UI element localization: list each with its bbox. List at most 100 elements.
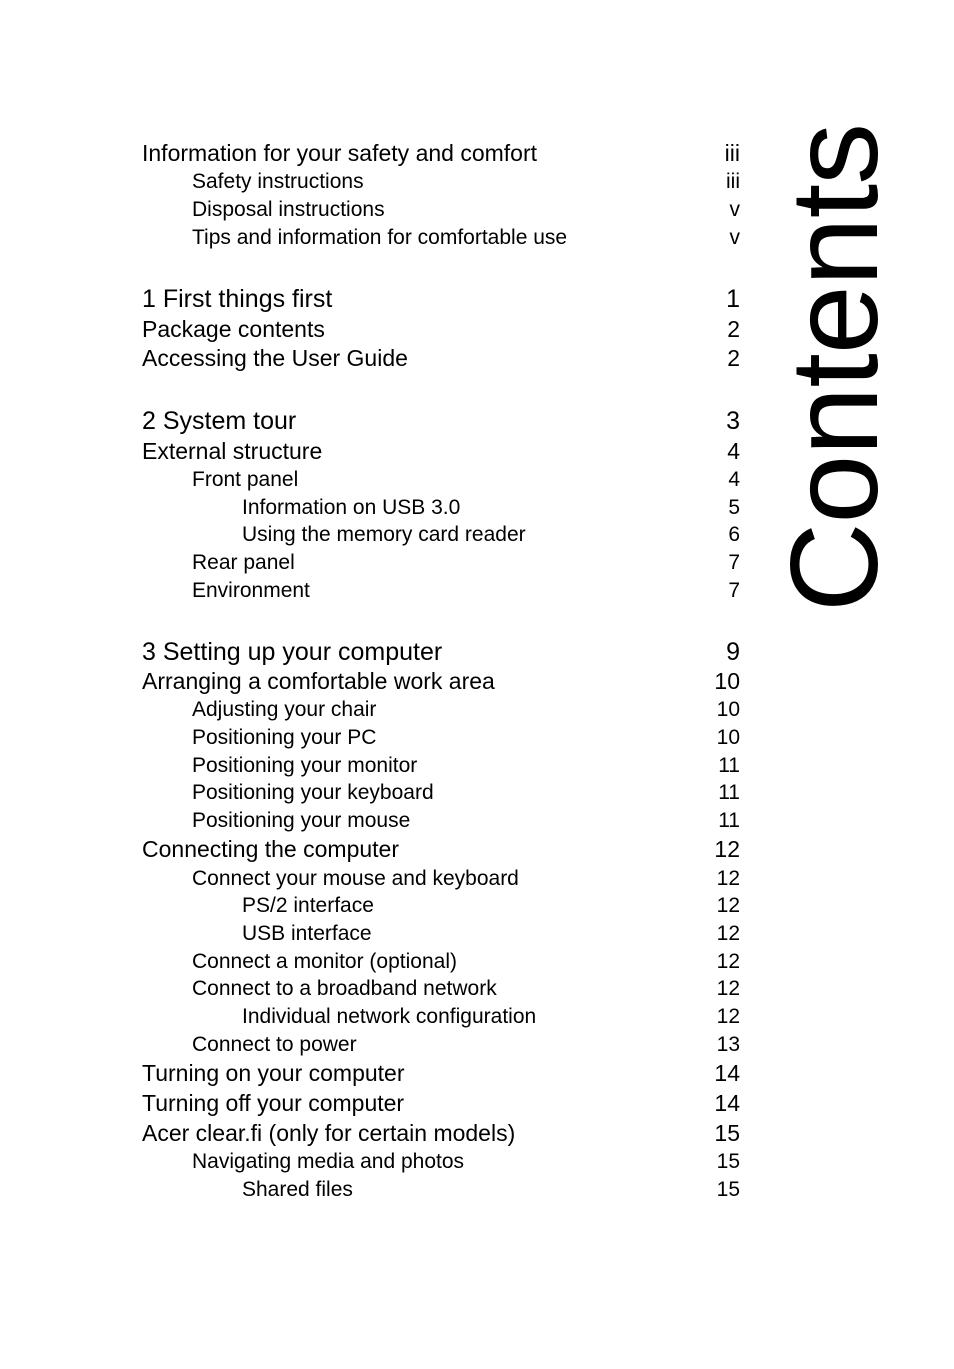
toc-entry[interactable]: Front panel 4 — [0, 465, 740, 495]
toc-entry-title: 3 Setting up your computer — [142, 638, 443, 666]
toc-entry-page: 1 — [726, 285, 740, 313]
toc-entry-page: 12 — [716, 977, 740, 1000]
toc-entry[interactable]: Rear panel 7 — [0, 548, 740, 578]
toc-entry-title: Connect to power — [192, 1033, 357, 1056]
toc-entry-title: Accessing the User Guide — [142, 345, 408, 371]
toc-entry-title: Front panel — [192, 468, 299, 491]
toc-entry-title: Using the memory card reader — [242, 523, 526, 546]
toc-entry-title: External structure — [142, 438, 323, 464]
toc-entry-page: 3 — [726, 407, 740, 435]
toc-entry-page: 15 — [716, 1178, 740, 1201]
toc-entry-page: v — [729, 226, 741, 249]
toc-entry-title: Positioning your mouse — [192, 809, 411, 832]
toc-entry-page: 12 — [716, 894, 740, 917]
toc-entry-page: 4 — [728, 468, 740, 491]
toc-entry[interactable]: Navigating media and photos 15 — [0, 1147, 740, 1177]
toc-entry-page: 5 — [728, 496, 740, 519]
toc-entry[interactable]: Safety instructions iii — [0, 167, 740, 197]
toc-entry-title: Connect your mouse and keyboard — [192, 867, 519, 890]
toc-entry-title: USB interface — [242, 922, 372, 945]
toc-entry-title: Positioning your monitor — [192, 754, 418, 777]
toc-entry[interactable]: Individual network configuration 12 — [0, 1002, 740, 1032]
toc-entry-title: Navigating media and photos — [192, 1150, 465, 1173]
toc-entry[interactable]: Accessing the User Guide 2 — [0, 343, 740, 373]
toc-entry-title: Package contents — [142, 316, 325, 342]
toc-entry-page: 7 — [728, 579, 740, 602]
toc-entry[interactable]: Package contents 2 — [0, 314, 740, 344]
toc-entry-page: 2 — [727, 345, 740, 371]
toc-entry[interactable]: Information for your safety and comfort i… — [0, 138, 740, 168]
toc-entry-title: Acer clear.fi (only for certain models) — [142, 1120, 516, 1146]
toc-entry-title: PS/2 interface — [242, 894, 374, 917]
toc-entry-title: Connect a monitor (optional) — [192, 950, 457, 973]
toc-entry-title: Tips and information for comfortable use — [192, 226, 568, 249]
toc-entry-page: 14 — [714, 1090, 740, 1116]
toc-entry-page: 13 — [716, 1033, 740, 1056]
toc-entry-title: Rear panel — [192, 551, 295, 574]
toc-entry-page: 12 — [716, 922, 740, 945]
toc-entry[interactable]: Connect a monitor (optional) 12 — [0, 947, 740, 977]
toc-entry[interactable]: 1 First things first 1 — [0, 284, 740, 314]
toc-entry[interactable]: PS/2 interface 12 — [0, 891, 740, 921]
toc-entry[interactable]: Environment 7 — [0, 576, 740, 606]
toc-entry[interactable]: Positioning your monitor 11 — [0, 751, 740, 781]
toc-entry-page: 12 — [714, 836, 740, 862]
toc-entry[interactable]: Connect your mouse and keyboard 12 — [0, 864, 740, 894]
toc-entry-page: 11 — [718, 809, 740, 832]
toc-entry[interactable]: Shared files 15 — [0, 1175, 740, 1205]
toc-entry-title: Positioning your PC — [192, 726, 377, 749]
page-title: Contents — [766, 123, 904, 613]
toc-entry-page: v — [729, 198, 741, 221]
toc-entry[interactable]: Connecting the computer 12 — [0, 834, 740, 864]
toc-entry-title: Turning on your computer — [142, 1060, 405, 1086]
toc-entry-page: 2 — [727, 316, 740, 342]
toc-entry-page: 12 — [716, 867, 740, 890]
toc-entry-title: Safety instructions — [192, 170, 364, 193]
toc-entry[interactable]: 3 Setting up your computer 9 — [0, 637, 740, 667]
toc-entry[interactable]: Positioning your PC 10 — [0, 723, 740, 753]
toc-entry-page: 10 — [714, 668, 740, 694]
toc-entry[interactable]: Arranging a comfortable work area 10 — [0, 666, 740, 696]
toc-entry-page: 12 — [716, 950, 740, 973]
toc-entry[interactable]: Positioning your keyboard 11 — [0, 778, 740, 808]
toc-entry-title: Arranging a comfortable work area — [142, 668, 495, 694]
toc-entry-page: 11 — [718, 781, 740, 804]
toc-entry-page: iii — [724, 140, 740, 166]
toc-entry-title: Adjusting your chair — [192, 698, 377, 721]
toc-entry-page: 14 — [714, 1060, 740, 1086]
toc-entry[interactable]: Adjusting your chair 10 — [0, 695, 740, 725]
toc-entry[interactable]: USB interface 12 — [0, 919, 740, 949]
toc-entry-title: Information on USB 3.0 — [242, 496, 461, 519]
toc-entry-title: 2 System tour — [142, 407, 297, 435]
toc-entry-page: iii — [726, 170, 740, 193]
toc-entry[interactable]: 2 System tour 3 — [0, 406, 740, 436]
toc-entry[interactable]: Information on USB 3.0 5 — [0, 493, 740, 523]
toc-entry[interactable]: Disposal instructions v — [0, 195, 740, 225]
toc-entry-page: 10 — [716, 726, 740, 749]
toc-entry-title: Turning off your computer — [142, 1090, 405, 1116]
toc-entry[interactable]: Tips and information for comfortable use… — [0, 223, 740, 253]
toc-entry-page: 15 — [714, 1120, 740, 1146]
toc-entry[interactable]: Positioning your mouse 11 — [0, 806, 740, 836]
toc-entry-page: 10 — [716, 698, 740, 721]
toc-entry[interactable]: Connect to power 13 — [0, 1030, 740, 1060]
toc-entry-title: Connecting the computer — [142, 836, 399, 862]
toc-entry-page: 12 — [716, 1005, 740, 1028]
toc-entry-page: 15 — [716, 1150, 740, 1173]
toc-entry[interactable]: Using the memory card reader 6 — [0, 520, 740, 550]
toc-entry[interactable]: Acer clear.fi (only for certain models) 1… — [0, 1118, 740, 1148]
toc-entry[interactable]: Turning on your computer 14 — [0, 1058, 740, 1088]
toc-entry-page: 11 — [718, 754, 740, 777]
toc-entry-page: 9 — [726, 638, 740, 666]
toc-entry-title: Disposal instructions — [192, 198, 385, 221]
toc-entry-title: Environment — [192, 579, 310, 602]
toc-entry[interactable]: External structure 4 — [0, 436, 740, 466]
toc-entry-title: Information for your safety and comfort — [142, 140, 538, 166]
toc-entry[interactable]: Connect to a broadband network 12 — [0, 974, 740, 1004]
toc-entry[interactable]: Turning off your computer 14 — [0, 1088, 740, 1118]
toc-entry-page: 6 — [728, 523, 740, 546]
toc-entry-page: 4 — [727, 438, 740, 464]
toc-entry-title: Connect to a broadband network — [192, 977, 497, 1000]
toc-entry-title: 1 First things first — [142, 285, 333, 313]
toc-entry-title: Shared files — [242, 1178, 353, 1201]
